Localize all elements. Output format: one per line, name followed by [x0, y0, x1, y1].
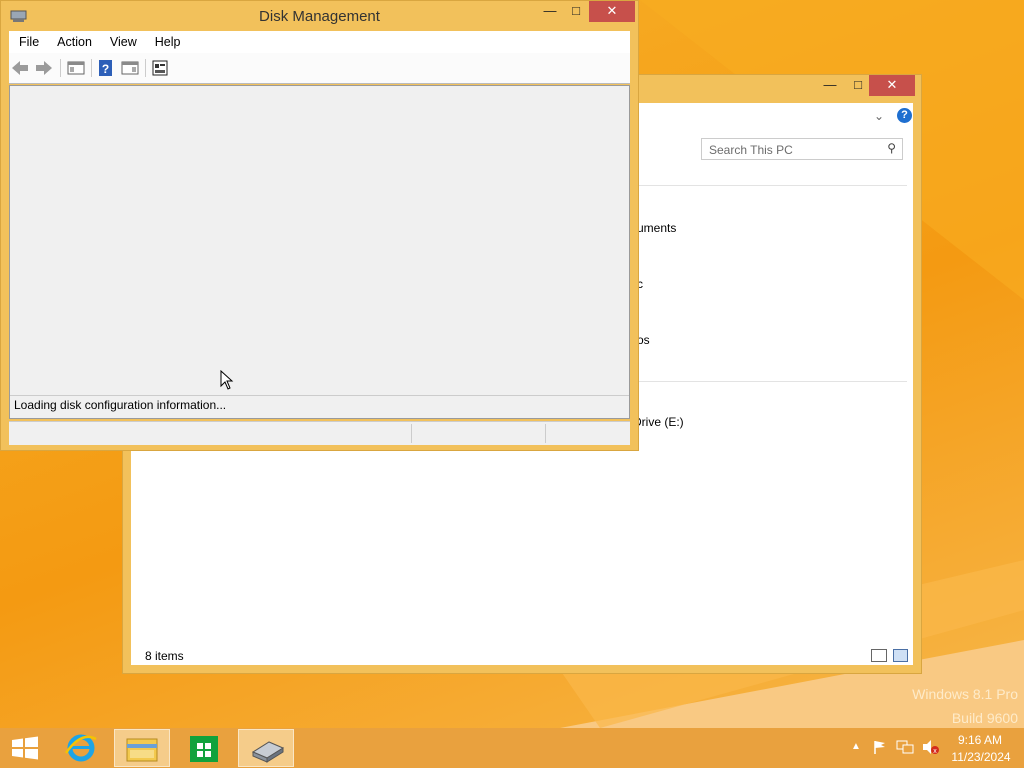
disk-management-window[interactable]: Disk Management — □ ✕ File Action View Help…: [0, 0, 639, 451]
list-item[interactable]: Drive (E:): [633, 415, 684, 429]
list-item[interactable]: uments: [637, 221, 676, 235]
start-button-icon[interactable]: [0, 729, 56, 767]
search-box[interactable]: Search This PC ⚲: [701, 138, 903, 160]
internet-explorer-icon[interactable]: [54, 729, 110, 767]
ribbon-expand-icon[interactable]: ⌄: [874, 109, 884, 123]
svg-text:?: ?: [102, 62, 109, 76]
menu-help[interactable]: Help: [145, 31, 189, 49]
toolbar-separator: [145, 59, 146, 77]
loading-status: Loading disk configuration information..…: [10, 395, 629, 418]
status-bar: [9, 421, 630, 445]
network-icon[interactable]: [896, 739, 914, 755]
menu-bar: File Action View Help: [9, 31, 630, 53]
status-divider: [411, 424, 412, 443]
mouse-cursor-icon: [220, 370, 234, 390]
menu-action[interactable]: Action: [47, 31, 100, 49]
volume-muted-icon[interactable]: x: [921, 739, 939, 755]
search-input[interactable]: Search This PC: [709, 143, 793, 157]
store-icon[interactable]: [176, 729, 232, 767]
status-text: 8 items: [145, 649, 184, 663]
help-icon[interactable]: ?: [897, 108, 912, 123]
action-center-flag-icon[interactable]: [872, 739, 888, 755]
disk-management-icon: [251, 741, 285, 763]
action-pane-icon[interactable]: [121, 59, 139, 77]
toolbar: ?: [9, 53, 630, 84]
disk-management-taskbar-button[interactable]: [238, 729, 294, 767]
help-icon[interactable]: ?: [97, 59, 115, 77]
toolbar-separator: [60, 59, 61, 77]
close-button[interactable]: ✕: [869, 75, 915, 96]
folder-icon: [126, 738, 158, 762]
details-view-icon[interactable]: [871, 649, 887, 662]
clock-time[interactable]: 9:16 AM: [950, 733, 1010, 747]
close-button[interactable]: ✕: [589, 1, 635, 22]
forward-arrow-icon[interactable]: [35, 59, 53, 77]
file-explorer-taskbar-button[interactable]: [114, 729, 170, 767]
watermark-edition: Windows 8.1 Pro: [912, 686, 1018, 702]
taskbar: ▲ x 9:16 AM 11/23/2024: [0, 728, 1024, 768]
status-divider: [545, 424, 546, 443]
large-icons-view-icon[interactable]: [893, 649, 908, 662]
svg-text:x: x: [933, 748, 937, 755]
show-hidden-icons-icon[interactable]: ▲: [851, 741, 861, 752]
disk-view-pane: Loading disk configuration information..…: [9, 85, 630, 419]
watermark-build: Build 9600: [951, 710, 1018, 726]
menu-view[interactable]: View: [100, 31, 145, 49]
menu-file[interactable]: File: [9, 31, 47, 49]
properties-icon[interactable]: [151, 59, 169, 77]
console-tree-icon[interactable]: [67, 59, 85, 77]
search-icon: ⚲: [887, 141, 896, 155]
back-arrow-icon[interactable]: [11, 59, 29, 77]
clock-date[interactable]: 11/23/2024: [946, 750, 1016, 764]
toolbar-separator: [91, 59, 92, 77]
